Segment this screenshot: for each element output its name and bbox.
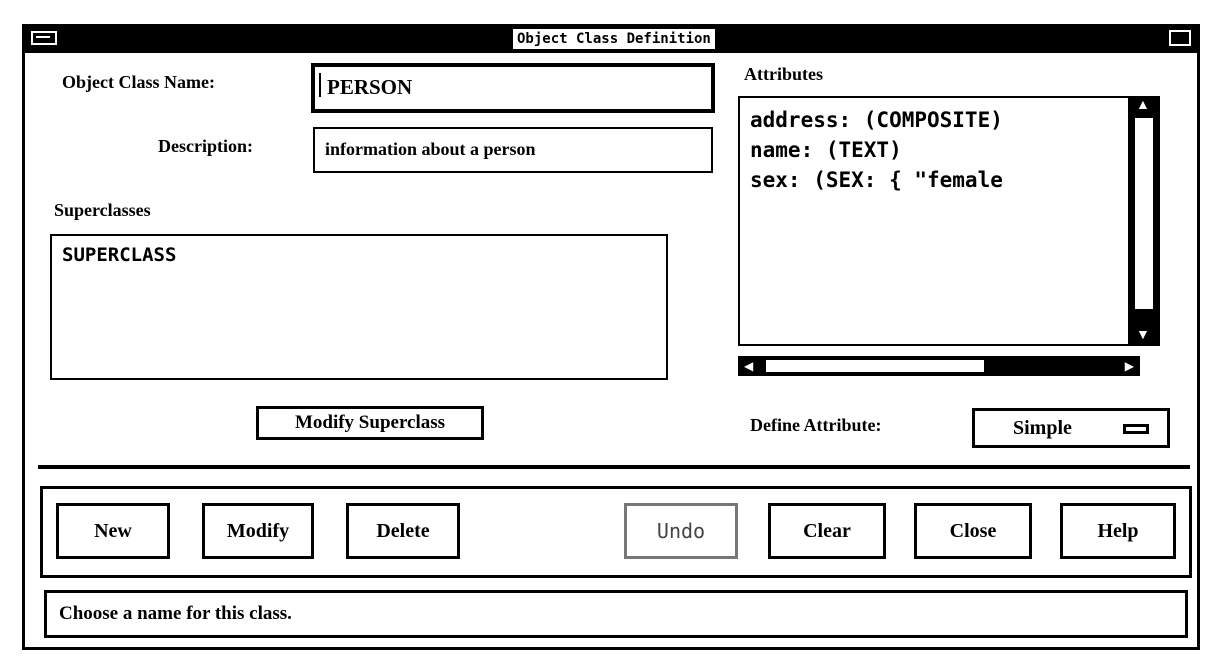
new-button[interactable]: New bbox=[56, 503, 170, 559]
description-input[interactable]: information about a person bbox=[313, 127, 713, 173]
modify-superclass-button[interactable]: Modify Superclass bbox=[256, 406, 484, 440]
attributes-vertical-scrollbar[interactable]: ▲ ▼ bbox=[1128, 96, 1160, 346]
attribute-item[interactable]: name: (TEXT) bbox=[750, 138, 902, 162]
title-bar[interactable]: Object Class Definition bbox=[25, 27, 1197, 53]
scroll-left-icon[interactable]: ◀ bbox=[744, 359, 753, 373]
class-name-input[interactable]: PERSON bbox=[311, 63, 715, 113]
superclasses-label: Superclasses bbox=[54, 200, 151, 220]
window-title: Object Class Definition bbox=[513, 29, 715, 49]
status-bar: Choose a name for this class. bbox=[44, 590, 1188, 638]
description-value: information about a person bbox=[325, 139, 536, 159]
scroll-down-icon[interactable]: ▼ bbox=[1136, 329, 1150, 343]
option-menu-icon bbox=[1123, 424, 1149, 434]
attributes-list[interactable]: address: (COMPOSITE) name: (TEXT) sex: (… bbox=[738, 96, 1140, 346]
scroll-up-icon[interactable]: ▲ bbox=[1136, 99, 1150, 113]
attributes-label: Attributes bbox=[744, 64, 823, 84]
attribute-item[interactable]: address: (COMPOSITE) bbox=[750, 108, 1003, 132]
vertical-scroll-thumb[interactable] bbox=[1133, 116, 1155, 311]
attributes-horizontal-scrollbar[interactable]: ◀ ▶ bbox=[738, 356, 1140, 376]
description-label: Description: bbox=[158, 136, 253, 156]
text-cursor bbox=[319, 73, 321, 97]
undo-button[interactable]: Undo bbox=[624, 503, 738, 559]
define-attribute-label: Define Attribute: bbox=[750, 415, 882, 435]
horizontal-scroll-thumb[interactable] bbox=[766, 360, 984, 372]
attribute-item[interactable]: sex: (SEX: { "female bbox=[750, 168, 1003, 192]
close-button[interactable]: Close bbox=[914, 503, 1032, 559]
status-message: Choose a name for this class. bbox=[59, 603, 292, 624]
separator bbox=[38, 465, 1190, 469]
help-button[interactable]: Help bbox=[1060, 503, 1176, 559]
window-resize-icon[interactable] bbox=[1169, 30, 1191, 46]
delete-button[interactable]: Delete bbox=[346, 503, 460, 559]
class-name-label: Object Class Name: bbox=[62, 72, 215, 92]
define-attribute-menu[interactable]: Simple bbox=[972, 408, 1170, 448]
clear-button[interactable]: Clear bbox=[768, 503, 886, 559]
modify-button[interactable]: Modify bbox=[202, 503, 314, 559]
scroll-right-icon[interactable]: ▶ bbox=[1125, 359, 1134, 373]
window-menu-icon[interactable] bbox=[31, 31, 57, 45]
superclass-item[interactable]: SUPERCLASS bbox=[62, 244, 176, 266]
class-name-value: PERSON bbox=[327, 75, 413, 99]
define-attribute-value: Simple bbox=[1013, 417, 1072, 439]
superclasses-list[interactable]: SUPERCLASS bbox=[50, 234, 668, 380]
